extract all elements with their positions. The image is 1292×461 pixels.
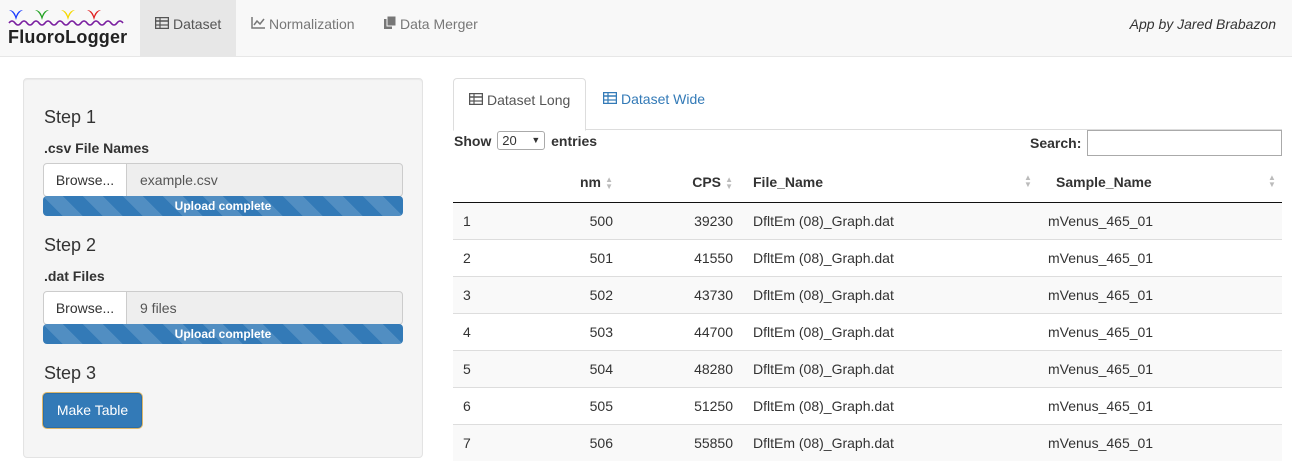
table-row[interactable]: 5 504 48280 DfltEm (08)_Graph.dat mVenus_465… [453, 349, 1282, 387]
make-table-button[interactable]: Make Table [43, 393, 142, 428]
dat-upload-progress: Upload complete [43, 324, 403, 344]
column-header-cps[interactable]: CPS ▲ ▼ [623, 162, 743, 203]
file-name-cell: DfltEm (08)_Graph.dat [743, 275, 1038, 313]
csv-label: .csv File Names [44, 140, 150, 156]
dat-file-name[interactable]: 9 files [127, 291, 403, 325]
csv-upload-progress: Upload complete [43, 196, 403, 216]
column-header-label: File_Name [753, 173, 824, 190]
sort-icon: ▲ ▼ [1024, 173, 1032, 189]
column-header-label: nm [580, 173, 601, 190]
cps-cell: 39230 [623, 201, 743, 239]
step1-title: Step 1 [44, 107, 97, 127]
row-index-cell: 4 [453, 312, 528, 350]
row-index-cell: 3 [453, 275, 528, 313]
tab-dataset-wide[interactable]: Dataset Wide [588, 78, 720, 130]
credit-text: App by Jared Brabazon [1129, 16, 1276, 32]
sample-name-cell: mVenus_465_01 [1038, 349, 1282, 387]
search-label: Search: [1030, 135, 1082, 151]
dataset-long-table: nm ▲ ▼ CPS ▲ ▼ File_Name ▲ ▼ Sample_Name ▲ ▼ 1 50… [453, 162, 1282, 461]
cps-cell: 41550 [623, 238, 743, 276]
step2-title: Step 2 [44, 235, 97, 255]
table-row[interactable]: 1 500 39230 DfltEm (08)_Graph.dat mVenus_465… [453, 201, 1282, 239]
table-icon [602, 78, 618, 120]
table-body: 1 500 39230 DfltEm (08)_Graph.dat mVenus_465… [453, 201, 1282, 461]
dat-label: .dat Files [44, 268, 105, 284]
csv-file-name[interactable]: example.csv [127, 163, 403, 197]
dat-file-input: Browse... 9 files [43, 291, 403, 325]
table-header-row: nm ▲ ▼ CPS ▲ ▼ File_Name ▲ ▼ Sample_Name ▲ ▼ [453, 162, 1282, 203]
files-icon [384, 0, 397, 48]
sprout-logo-icon [8, 10, 124, 26]
column-header-label: CPS [692, 173, 721, 190]
step3-title: Step 3 [44, 363, 97, 383]
file-name-cell: DfltEm (08)_Graph.dat [743, 312, 1038, 350]
brand-name: FluoroLogger [8, 27, 128, 47]
nm-cell: 501 [528, 238, 623, 276]
nm-cell: 500 [528, 201, 623, 239]
page-length-control: Show 20 ▼ entries [454, 131, 597, 150]
sample-name-cell: mVenus_465_01 [1038, 386, 1282, 424]
brand[interactable]: FluoroLogger [0, 0, 140, 57]
sample-name-cell: mVenus_465_01 [1038, 201, 1282, 239]
nav-dataset[interactable]: Dataset [140, 0, 236, 57]
dataset-tabs: Dataset Long Dataset Wide [453, 78, 1282, 131]
row-index-cell: 1 [453, 201, 528, 239]
cps-cell: 51250 [623, 386, 743, 424]
sort-icon: ▲ ▼ [605, 174, 613, 191]
row-index-cell: 2 [453, 238, 528, 276]
navbar: FluoroLogger Dataset Normalization Data … [0, 0, 1292, 57]
table-icon [468, 79, 484, 121]
cps-cell: 48280 [623, 349, 743, 387]
table-row[interactable]: 3 502 43730 DfltEm (08)_Graph.dat mVenus_465… [453, 275, 1282, 313]
sidebar-panel: Step 1 .csv File Names Browse... example… [23, 78, 423, 458]
cps-cell: 44700 [623, 312, 743, 350]
sort-icon: ▲ ▼ [1268, 173, 1276, 189]
sample-name-cell: mVenus_465_01 [1038, 275, 1282, 313]
column-header-file-name[interactable]: File_Name ▲ ▼ [743, 162, 1038, 203]
entries-label: entries [551, 132, 598, 149]
nav-dataset-label: Dataset [173, 16, 222, 32]
chevron-down-icon: ▼ [531, 135, 541, 145]
file-name-cell: DfltEm (08)_Graph.dat [743, 201, 1038, 239]
file-name-cell: DfltEm (08)_Graph.dat [743, 238, 1038, 276]
table-row[interactable]: 4 503 44700 DfltEm (08)_Graph.dat mVenus_465… [453, 312, 1282, 350]
nm-cell: 504 [528, 349, 623, 387]
sort-icon: ▲ ▼ [725, 174, 733, 191]
dat-browse-button[interactable]: Browse... [43, 291, 127, 325]
page-length-value: 20 [502, 133, 517, 148]
row-index-cell: 5 [453, 349, 528, 387]
line-chart-icon [251, 0, 265, 48]
column-header-nm[interactable]: nm ▲ ▼ [528, 162, 623, 203]
nav-normalization-label: Normalization [269, 16, 355, 32]
column-header-label: Sample_Name [1056, 173, 1152, 190]
table-row[interactable]: 2 501 41550 DfltEm (08)_Graph.dat mVenus_465… [453, 238, 1282, 276]
csv-file-input: Browse... example.csv [43, 163, 403, 197]
table-row[interactable]: 6 505 51250 DfltEm (08)_Graph.dat mVenus_465… [453, 386, 1282, 424]
tab-dataset-wide-label: Dataset Wide [621, 91, 706, 107]
csv-browse-button[interactable]: Browse... [43, 163, 127, 197]
row-index-cell: 6 [453, 386, 528, 424]
search-input[interactable] [1087, 130, 1282, 156]
nm-cell: 502 [528, 275, 623, 313]
sample-name-cell: mVenus_465_01 [1038, 238, 1282, 276]
column-header-sample-name[interactable]: Sample_Name ▲ ▼ [1038, 162, 1282, 203]
nm-cell: 505 [528, 386, 623, 424]
nav-normalization[interactable]: Normalization [236, 0, 370, 57]
file-name-cell: DfltEm (08)_Graph.dat [743, 386, 1038, 424]
sample-name-cell: mVenus_465_01 [1038, 312, 1282, 350]
file-name-cell: DfltEm (08)_Graph.dat [743, 349, 1038, 387]
cps-cell: 43730 [623, 275, 743, 313]
tab-dataset-long[interactable]: Dataset Long [453, 78, 587, 131]
tab-dataset-long-label: Dataset Long [487, 92, 571, 108]
nm-cell: 503 [528, 312, 623, 350]
nav-data-merger[interactable]: Data Merger [369, 0, 493, 57]
nav-data-merger-label: Data Merger [400, 16, 478, 32]
show-label: Show [454, 132, 492, 149]
column-header-index[interactable] [453, 162, 528, 203]
page-length-select[interactable]: 20 ▼ [497, 131, 546, 150]
table-icon [154, 0, 170, 48]
